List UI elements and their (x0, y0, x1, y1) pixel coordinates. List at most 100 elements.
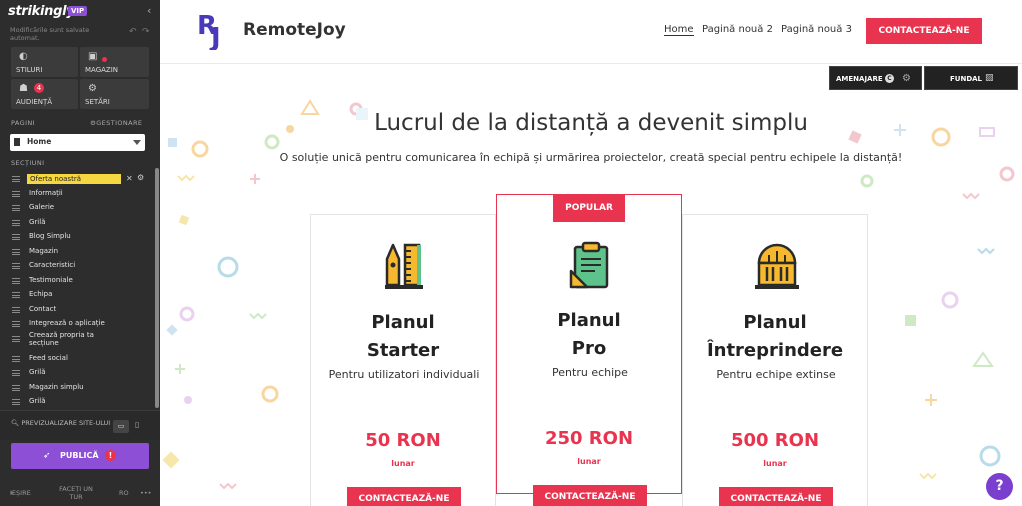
section-label: Caracteristici (29, 261, 76, 269)
layout-button[interactable]: AMENAJARE C ⚙ (829, 66, 922, 90)
styles-tile[interactable]: ◐ STILURI (11, 47, 78, 77)
section-item[interactable]: Integrează o aplicație (10, 317, 150, 332)
drag-handle-icon[interactable] (12, 321, 20, 327)
mobile-view-icon[interactable]: ▯ (135, 420, 145, 433)
page-select[interactable]: Home (10, 134, 145, 151)
brand-name[interactable]: RemoteJoy (243, 20, 346, 40)
sections-list: Oferta noastră ✕ ⚙ Informații Galerie Gr… (10, 172, 150, 410)
section-item[interactable]: Caracteristici (10, 259, 150, 274)
desktop-view-icon[interactable]: ▭ (113, 420, 129, 433)
undo-icon[interactable]: ↶ (129, 27, 137, 37)
publish-label: PUBLICĂ (60, 451, 99, 460)
section-label: Magazin simplu (29, 382, 84, 391)
plan-name-line2: Întreprindere (706, 340, 844, 361)
audience-tile[interactable]: ☗ 4 AUDIENȚĂ (11, 79, 78, 109)
people-icon: ☗ (19, 83, 28, 94)
section-label: Grilă (29, 217, 46, 226)
manage-label: GESTIONARE (96, 119, 143, 127)
preview-row: 🔍︎ PREVIZUALIZARE SITE-ULUI ▭ ▯ (0, 410, 160, 440)
section-label: Integrează o aplicație (29, 319, 105, 327)
drag-handle-icon[interactable] (12, 176, 20, 182)
plan-contact-button[interactable]: CONTACTEAZĂ-NE (719, 487, 833, 506)
site-preview: R J RJ RemoteJoy Home Pagină nouă 2 Pagi… (160, 0, 1022, 506)
section-item[interactable]: Blog Simplu (10, 230, 150, 245)
nav-home[interactable]: Home (664, 24, 694, 36)
hero-title: Lucrul de la distanță a devenit simplu (374, 110, 808, 136)
building-icon (755, 243, 799, 289)
plan-contact-button[interactable]: CONTACTEAZĂ-NE (533, 485, 647, 506)
header-contact-button[interactable]: CONTACTEAZĂ-NE (866, 18, 982, 44)
sections-scrollbar[interactable] (155, 168, 159, 408)
drag-handle-icon[interactable] (12, 399, 20, 405)
tour-link[interactable]: FACEȚI UN TUR (58, 485, 94, 501)
plan-name: Planul Întreprindere (683, 309, 867, 365)
autosave-note: Modificările sunt salvate automat. (10, 26, 90, 42)
plan-period: lunar (763, 459, 787, 468)
plan-name: Planul Starter (311, 309, 495, 365)
section-label: Contact (29, 304, 57, 313)
drag-handle-icon[interactable] (12, 234, 20, 240)
section-item[interactable]: Testimoniale (10, 274, 150, 289)
site-header: R J RJ RemoteJoy Home Pagină nouă 2 Pagi… (160, 0, 1022, 64)
gear-icon[interactable]: ⚙ (902, 73, 911, 84)
background-button[interactable]: FUNDAL ▨ (924, 66, 1018, 90)
warning-badge: ! (105, 450, 116, 461)
drag-handle-icon[interactable] (12, 335, 20, 342)
drag-handle-icon[interactable] (12, 292, 20, 298)
collapse-sidebar-icon[interactable]: ‹ (147, 4, 151, 17)
drag-handle-icon[interactable] (12, 306, 20, 313)
store-tile[interactable]: ▣ MAGAZIN (80, 47, 149, 77)
section-item[interactable]: Informații (10, 187, 150, 202)
drag-handle-icon[interactable] (12, 277, 20, 284)
manage-pages-link[interactable]: ⚙GESTIONARE (90, 119, 142, 127)
section-item[interactable]: Grilă (10, 366, 150, 381)
brand-logo[interactable]: R J RJ (197, 10, 233, 50)
section-item[interactable]: Contact (10, 303, 150, 318)
shopping-bag-icon: ▣ (88, 51, 98, 62)
drag-handle-icon[interactable] (12, 263, 20, 269)
preview-site-link[interactable]: 🔍︎ PREVIZUALIZARE SITE-ULUI (11, 419, 111, 428)
section-label: Echipa (29, 290, 53, 298)
drag-handle-icon[interactable] (12, 248, 20, 255)
current-page-label: Home (27, 137, 52, 146)
ruler-pen-icon (385, 243, 423, 289)
more-icon[interactable]: ••• (140, 489, 152, 497)
drag-handle-icon[interactable] (12, 370, 20, 376)
drag-handle-icon[interactable] (12, 190, 20, 197)
vip-badge: VIP (68, 6, 88, 16)
layout-badge: C (885, 74, 894, 83)
gear-icon[interactable]: ⚙ (137, 173, 144, 182)
section-item[interactable]: Feed social (10, 352, 150, 367)
plan-name-line1: Planul (557, 310, 621, 331)
settings-tile[interactable]: ⚙ SETĂRI (80, 79, 149, 109)
drag-handle-icon[interactable] (12, 384, 20, 391)
section-item[interactable]: Galerie (10, 201, 150, 216)
section-item[interactable]: Magazin (10, 245, 150, 260)
section-label: Creează propria ta secțiune (29, 330, 94, 347)
plan-name-line1: Planul (371, 312, 435, 333)
drag-handle-icon[interactable] (12, 219, 20, 226)
section-item[interactable]: Grilă (10, 216, 150, 231)
background-label: FUNDAL (950, 75, 983, 83)
close-icon[interactable]: ✕ (126, 174, 133, 183)
section-item[interactable]: Grilă (10, 395, 150, 410)
language-select[interactable]: RO (119, 489, 129, 497)
redo-icon[interactable]: ↷ (142, 27, 150, 37)
nav-page-2[interactable]: Pagină nouă 2 (702, 24, 773, 35)
help-button[interactable]: ? (986, 473, 1013, 500)
section-item[interactable]: Creează propria ta secțiune (10, 330, 150, 352)
section-item[interactable]: Echipa (10, 288, 150, 303)
section-label: Informații (29, 188, 63, 197)
editor-sidebar: strikingly VIP ‹ Modificările sunt salva… (0, 0, 160, 506)
plan-name-line2: Starter (366, 340, 440, 361)
drag-handle-icon[interactable] (12, 355, 20, 362)
plan-card-starter: Planul Starter Pentru utilizatori individ… (310, 214, 496, 506)
nav-page-3[interactable]: Pagină nouă 3 (781, 24, 852, 35)
drag-handle-icon[interactable] (12, 205, 20, 211)
plan-contact-button[interactable]: CONTACTEAZĂ-NE (347, 487, 461, 506)
section-item[interactable]: Magazin simplu (10, 381, 150, 396)
sections-heading: SECȚIUNI (11, 159, 45, 167)
publish-button[interactable]: ➶ PUBLICĂ ! (11, 443, 149, 469)
section-label: Blog Simplu (29, 232, 71, 240)
section-item[interactable]: Oferta noastră ✕ ⚙ (10, 172, 150, 187)
